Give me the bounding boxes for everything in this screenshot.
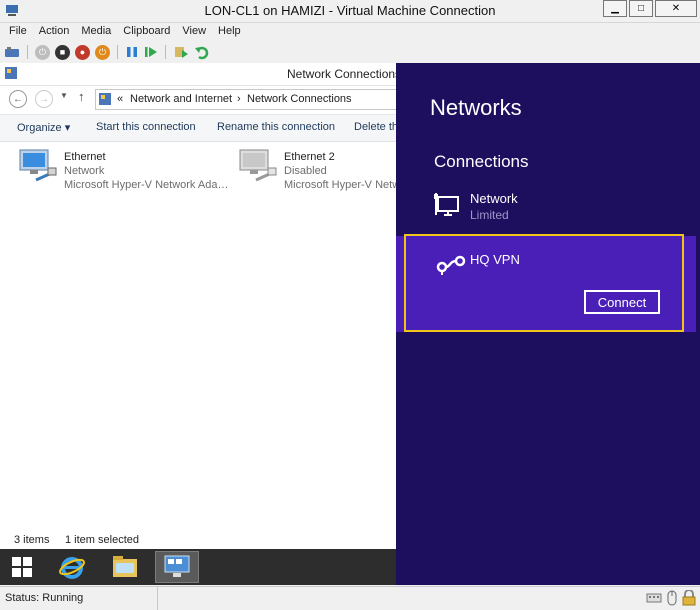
control-panel-icon — [99, 93, 111, 105]
window-title: LON-CL1 on HAMIZI - Virtual Machine Conn… — [204, 3, 496, 18]
menu-action[interactable]: Action — [33, 23, 76, 41]
window-controls: ▁ □ ✕ — [603, 0, 697, 17]
breadcrumb-network-connections[interactable]: Network Connections — [247, 93, 352, 105]
network-name: Network — [470, 191, 518, 206]
menu-view[interactable]: View — [176, 23, 212, 41]
keyboard-icon — [646, 593, 662, 603]
item-count: 3 items — [14, 534, 50, 546]
menu-media[interactable]: Media — [75, 23, 117, 41]
taskbar-file-explorer[interactable] — [103, 551, 147, 583]
vpn-entry[interactable]: HQ VPN Connect — [404, 234, 684, 332]
organize-button[interactable]: Organize ▾ — [17, 121, 70, 134]
menu-clipboard[interactable]: Clipboard — [117, 23, 176, 41]
breadcrumb-overflow[interactable]: « — [117, 93, 123, 105]
minimize-button[interactable]: ▁ — [603, 0, 627, 17]
network-adapter-disabled-icon — [239, 149, 277, 182]
taskbar — [0, 549, 396, 585]
toolbar-separator — [27, 45, 28, 59]
toolbar-separator — [165, 45, 166, 59]
mouse-icon — [667, 590, 677, 606]
vpn-icon — [436, 255, 466, 275]
windows-logo-icon — [12, 557, 32, 577]
vm-toolbar: ⏻ ■ ● ⏻ — [0, 42, 700, 62]
save-icon[interactable]: ⏻ — [95, 44, 110, 60]
ctrl-alt-del-icon[interactable] — [4, 44, 20, 60]
network-adapter-icon — [19, 149, 57, 182]
connection-item-ethernet-2[interactable]: Ethernet 2 Disabled Microsoft Hyper-V Ne… — [238, 148, 396, 194]
wired-network-icon — [434, 193, 459, 216]
toolbar-separator — [117, 45, 118, 59]
menu-bar: File Action Media Clipboard View Help — [0, 23, 700, 41]
turn-off-icon[interactable]: ■ — [55, 44, 70, 60]
explorer-window: Network Connections ← → ▼ ↑ « Network an… — [0, 63, 462, 549]
connection-adapter: Microsoft Hyper-V Network Adapter #2 — [284, 179, 396, 191]
network-entry[interactable]: Network Limited — [434, 188, 684, 224]
menu-help[interactable]: Help — [212, 23, 247, 41]
vm-status: Status: Running — [5, 592, 84, 604]
forward-icon[interactable]: → — [35, 90, 53, 108]
checkpoint-icon[interactable] — [173, 44, 189, 60]
vm-screen[interactable]: Network Connections ← → ▼ ↑ « Network an… — [0, 63, 700, 585]
up-icon[interactable]: ↑ — [78, 89, 85, 104]
breadcrumb-separator: › — [237, 93, 241, 105]
start-icon[interactable]: ⏻ — [35, 44, 50, 60]
networks-charm: Networks Connections Network Limited HQ … — [396, 63, 700, 585]
internet-explorer-icon — [59, 557, 85, 579]
taskbar-internet-explorer[interactable] — [50, 551, 94, 583]
resume-icon[interactable] — [144, 45, 158, 59]
explorer-status-bar: 3 items 1 item selected — [0, 532, 396, 549]
charm-title: Networks — [430, 95, 522, 120]
menu-file[interactable]: File — [3, 23, 33, 41]
selected-count: 1 item selected — [65, 534, 139, 546]
explorer-title-bar: Network Connections — [0, 63, 401, 86]
rename-connection-button[interactable]: Rename this connection — [217, 121, 335, 133]
connection-name: Ethernet — [64, 151, 106, 163]
connections-heading: Connections — [434, 152, 529, 171]
status-icons — [646, 590, 696, 606]
shut-down-icon[interactable]: ● — [75, 44, 90, 60]
breadcrumb-network-and-internet[interactable]: Network and Internet — [130, 93, 232, 105]
connection-name: Ethernet 2 — [284, 151, 335, 163]
lock-icon — [682, 590, 696, 606]
host-title-bar: LON-CL1 on HAMIZI - Virtual Machine Conn… — [0, 0, 700, 23]
close-button[interactable]: ✕ — [655, 0, 697, 17]
start-connection-button[interactable]: Start this connection — [96, 121, 196, 133]
explorer-title: Network Connections — [287, 67, 402, 81]
connection-status: Disabled — [284, 165, 327, 177]
status-divider — [157, 587, 158, 610]
connection-adapter: Microsoft Hyper-V Network Adapter — [64, 179, 232, 191]
connection-item-ethernet[interactable]: Ethernet Network Microsoft Hyper-V Netwo… — [18, 148, 233, 194]
host-status-bar: Status: Running — [0, 586, 700, 610]
command-bar: Organize ▾ Start this connection Rename … — [0, 114, 462, 142]
network-connections-icon — [164, 555, 190, 577]
vpn-connect-button[interactable]: Connect — [584, 290, 660, 314]
vpn-name: HQ VPN — [470, 252, 520, 267]
taskbar-network-connections[interactable] — [155, 551, 199, 583]
control-panel-icon — [5, 67, 17, 79]
connection-status: Network — [64, 165, 105, 177]
recent-locations-icon[interactable]: ▼ — [60, 91, 68, 100]
address-bar[interactable]: « Network and Internet › Network Connect… — [95, 89, 399, 110]
network-state: Limited — [470, 208, 509, 222]
maximize-button[interactable]: □ — [629, 0, 653, 17]
start-button[interactable] — [0, 551, 44, 583]
revert-icon[interactable] — [194, 44, 210, 60]
back-icon[interactable]: ← — [9, 90, 27, 108]
address-bar-row: ← → ▼ ↑ « Network and Internet › Network… — [0, 86, 399, 112]
pause-icon[interactable] — [125, 45, 139, 59]
file-explorer-icon — [113, 556, 137, 577]
